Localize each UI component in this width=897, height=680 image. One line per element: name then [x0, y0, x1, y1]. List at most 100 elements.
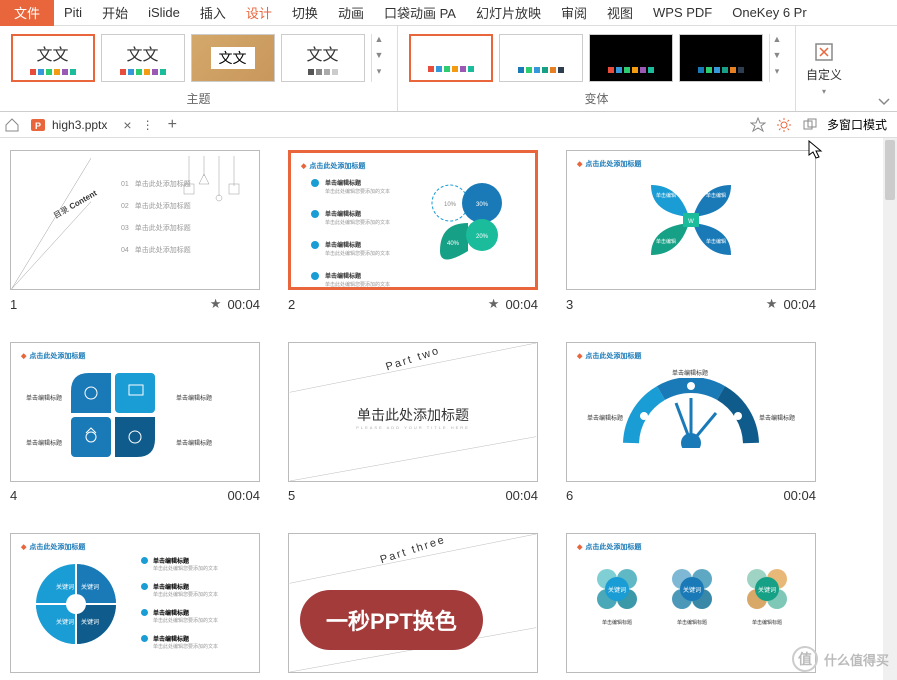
svg-text:单击编辑: 单击编辑 — [706, 192, 726, 199]
svg-text:关键词: 关键词 — [56, 618, 74, 626]
slide-title: 点击此处添加标题 — [21, 351, 85, 361]
variant-label: 变体 — [584, 90, 608, 110]
gear-icon[interactable] — [775, 116, 793, 134]
menu-piti[interactable]: Piti — [54, 1, 92, 24]
menu-review[interactable]: 审阅 — [551, 0, 597, 26]
star-icon: ★ — [210, 296, 222, 312]
slide-time: 00:04 — [505, 488, 538, 503]
part-title: 单击此处添加标题 — [289, 405, 537, 425]
document-tab[interactable]: P high3.pptx — [20, 114, 117, 136]
menu-islide[interactable]: iSlide — [138, 1, 190, 24]
multiwindow-icon[interactable] — [801, 116, 819, 134]
svg-text:P: P — [35, 121, 41, 131]
custom-icon — [814, 42, 834, 62]
theme-thumb-2[interactable]: 文文 — [101, 34, 185, 82]
theme-more[interactable]: ▾ — [372, 66, 387, 82]
slide-number: 5 — [288, 488, 295, 503]
slide-time: 00:04 — [227, 297, 260, 312]
variant-group: ▲ ▼ ▾ 变体 — [398, 26, 796, 111]
ribbon: 文文 文文 文文 文文 ▲ ▼ ▾ 主题 — [0, 26, 897, 112]
slide-time: 00:04 — [783, 488, 816, 503]
slide-title: 点击此处添加标题 — [577, 351, 641, 361]
vertical-scrollbar[interactable] — [883, 138, 897, 680]
variant-scroll-down[interactable]: ▼ — [770, 50, 785, 66]
menu-view[interactable]: 视图 — [597, 0, 643, 26]
slide-title: 点击此处添加标题 — [577, 542, 641, 552]
overlay-banner: 一秒PPT换色 — [300, 590, 483, 650]
watermark-logo-icon: 值 — [792, 646, 818, 672]
theme-thumb-4[interactable]: 文文 — [281, 34, 365, 82]
document-tab-bar: P high3.pptx × ⋮ + 多窗口模式 — [0, 112, 897, 138]
theme-thumb-3[interactable]: 文文 — [191, 34, 275, 82]
slide-thumb-3[interactable]: 点击此处添加标题 单击编辑 单击编辑 单击编辑 单击编辑 W — [566, 150, 816, 290]
variant-scroll-up[interactable]: ▲ — [770, 34, 785, 50]
slide-time: 00:04 — [783, 297, 816, 312]
theme-thumb-1[interactable]: 文文 — [11, 34, 95, 82]
svg-text:30%: 30% — [476, 202, 489, 208]
menu-transition[interactable]: 切换 — [282, 0, 328, 26]
svg-text:关键词: 关键词 — [683, 586, 701, 594]
svg-text:单击编辑: 单击编辑 — [706, 238, 726, 245]
theme-scroll-up[interactable]: ▲ — [372, 34, 387, 50]
tab-more-button[interactable]: ⋮ — [138, 118, 158, 132]
svg-text:20%: 20% — [476, 234, 489, 240]
svg-text:40%: 40% — [447, 241, 460, 247]
variant-thumb-3[interactable] — [589, 34, 673, 82]
custom-button[interactable]: 自定义 ▾ — [796, 26, 852, 111]
theme-label: 主题 — [186, 90, 210, 110]
slide-thumb-6[interactable]: 点击此处添加标题 单击编辑标题 单击编辑标题 单击编辑标题 — [566, 342, 816, 482]
slide-time: 00:04 — [505, 297, 538, 312]
menu-slideshow[interactable]: 幻灯片放映 — [466, 0, 551, 26]
svg-text:W: W — [688, 219, 694, 225]
slide-thumb-2[interactable]: 点击此处添加标题 单击编辑标题单击此处编辑您要添加的文本 单击编辑标题单击此处编… — [288, 150, 538, 290]
svg-text:关键词: 关键词 — [608, 586, 626, 594]
star-icon: ★ — [766, 296, 778, 312]
star-icon: ★ — [488, 296, 500, 312]
slide-number: 6 — [566, 488, 573, 503]
mouse-cursor-icon — [808, 140, 824, 160]
slide-number: 2 — [288, 297, 295, 312]
theme-scroll-down[interactable]: ▼ — [372, 50, 387, 66]
variant-thumb-2[interactable] — [499, 34, 583, 82]
custom-label: 自定义 — [806, 66, 842, 83]
theme-group: 文文 文文 文文 文文 ▲ ▼ ▾ 主题 — [0, 26, 398, 111]
home-icon[interactable] — [4, 117, 20, 133]
svg-text:10%: 10% — [444, 202, 457, 208]
watermark-text: 什么值得买 — [824, 650, 889, 669]
slide-title: 点击此处添加标题 — [301, 161, 365, 171]
menu-wpspdf[interactable]: WPS PDF — [643, 1, 722, 24]
menu-onekey[interactable]: OneKey 6 Pr — [722, 1, 816, 24]
part-sub: PLEASE ADD YOUR TITLE HERE — [289, 425, 537, 430]
slide-time: 00:04 — [227, 488, 260, 503]
menu-insert[interactable]: 插入 — [190, 0, 236, 26]
slide-number: 4 — [10, 488, 17, 503]
svg-text:关键词: 关键词 — [81, 583, 99, 591]
menu-bar: 文件 Piti 开始 iSlide 插入 设计 切换 动画 口袋动画 PA 幻灯… — [0, 0, 897, 26]
slide-thumb-5[interactable]: Part two 单击此处添加标题 PLEASE ADD YOUR TITLE … — [288, 342, 538, 482]
multiwindow-label[interactable]: 多窗口模式 — [827, 116, 887, 133]
menu-animation[interactable]: 动画 — [328, 0, 374, 26]
tab-add-button[interactable]: + — [158, 116, 187, 134]
pptx-icon: P — [30, 117, 46, 133]
variant-thumb-1[interactable] — [409, 34, 493, 82]
slide-thumb-4[interactable]: 点击此处添加标题 单击编辑标题 单击编辑标题 单击编辑标题 单击编辑标题 — [10, 342, 260, 482]
svg-text:关键词: 关键词 — [56, 583, 74, 591]
slide-thumb-9[interactable]: 点击此处添加标题 关键词 关键词 关键词 单击编辑标题 单击编辑标题 单击编辑标… — [566, 533, 816, 673]
ribbon-collapse-icon[interactable] — [877, 95, 891, 109]
svg-text:关键词: 关键词 — [81, 618, 99, 626]
menu-file[interactable]: 文件 — [0, 0, 54, 27]
variant-thumb-4[interactable] — [679, 34, 763, 82]
slide-thumb-7[interactable]: 点击此处添加标题 关键词 关键词 关键词 关键词 单击编辑标题单击此处编辑您要添… — [10, 533, 260, 673]
svg-text:单击编辑: 单击编辑 — [656, 238, 676, 245]
menu-design[interactable]: 设计 — [236, 0, 282, 26]
variant-more[interactable]: ▾ — [770, 66, 785, 82]
slide-number: 1 — [10, 297, 17, 312]
document-filename: high3.pptx — [52, 118, 107, 132]
menu-start[interactable]: 开始 — [92, 0, 138, 26]
slide-number: 3 — [566, 297, 573, 312]
slide-thumb-1[interactable]: 目录 Content 01单击此处添加标题 02单击此处添加标题 03单击此处添… — [10, 150, 260, 290]
svg-text:单击编辑: 单击编辑 — [656, 192, 676, 199]
tab-close-button[interactable]: × — [117, 117, 137, 133]
menu-pocket[interactable]: 口袋动画 PA — [374, 0, 466, 26]
star-settings-icon[interactable] — [749, 116, 767, 134]
